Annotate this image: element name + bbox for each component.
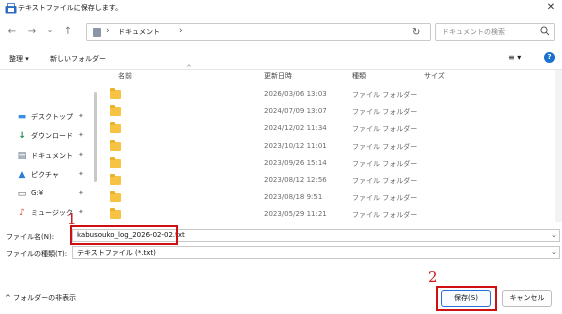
folder-icon — [110, 157, 121, 168]
folder-icon — [110, 208, 121, 219]
filetype-dropdown-icon[interactable]: ⌄ — [551, 248, 557, 256]
forward-arrow-icon[interactable]: → — [26, 26, 38, 38]
cancel-button[interactable]: キャンセル — [502, 290, 552, 307]
folder-row[interactable]: 2026/03/06 13:03 ファイル フォルダー — [104, 86, 450, 103]
item-type: ファイル フォルダー — [352, 194, 418, 202]
up-arrow-icon[interactable]: ↑ — [62, 26, 74, 38]
item-type: ファイル フォルダー — [352, 108, 418, 116]
filename-label: ファイル名(N): — [6, 233, 55, 241]
desktop-icon: ▬ — [17, 112, 27, 122]
pin-icon: ✦ — [78, 131, 84, 139]
sidebar-item-label: ダウンロード — [31, 132, 73, 140]
folder-row[interactable]: 2023/08/12 12:56 ファイル フォルダー — [104, 172, 450, 189]
folder-icon — [110, 88, 121, 99]
folder-row[interactable]: 2024/07/09 13:07 ファイル フォルダー — [104, 103, 450, 120]
organize-button[interactable]: 整理 ▾ — [9, 54, 29, 64]
modified-date: 2023/10/12 11:01 — [264, 142, 327, 150]
item-type: ファイル フォルダー — [352, 160, 418, 168]
filetype-value: テキストファイル (*.txt) — [77, 249, 156, 257]
folder-row[interactable]: 2023/05/29 11:21 ファイル フォルダー — [104, 206, 450, 223]
pin-icon: ✦ — [78, 151, 84, 159]
title-bar: テキストファイルに保存します。 ✕ — [0, 0, 562, 18]
recent-locations-chevron-icon[interactable]: ⌄ — [44, 24, 56, 36]
window-title: テキストファイルに保存します。 — [18, 4, 123, 12]
filename-dropdown-icon[interactable]: ⌄ — [551, 231, 557, 239]
search-input[interactable]: ドキュメントの検索 — [435, 23, 555, 41]
sidebar-item-label: ドキュメント — [31, 152, 73, 160]
breadcrumb-documents[interactable]: ドキュメント — [118, 27, 160, 37]
sidebar-item-music[interactable]: ♪ ミュージック ✦ — [0, 204, 92, 222]
app-icon — [5, 3, 17, 14]
music-icon: ♪ — [19, 208, 25, 218]
modified-date: 2024/12/02 11:34 — [264, 124, 327, 132]
sidebar-item-label: ピクチャ — [31, 171, 59, 179]
download-icon: ↓ — [18, 131, 26, 141]
pictures-icon: ▲ — [18, 170, 26, 180]
folder-icon — [110, 122, 121, 133]
folder-row[interactable]: 2024/12/02 11:34 ファイル フォルダー — [104, 120, 450, 137]
folder-row[interactable]: 2023/09/26 15:14 ファイル フォルダー — [104, 155, 450, 172]
item-type: ファイル フォルダー — [352, 177, 418, 185]
annotation-highlight-filename — [70, 225, 178, 245]
column-header-name[interactable]: 名前 — [118, 71, 132, 85]
item-type: ファイル フォルダー — [352, 143, 418, 151]
item-type: ファイル フォルダー — [352, 91, 418, 99]
modified-date: 2023/05/29 11:21 — [264, 210, 327, 218]
hide-folders-toggle[interactable]: ^ フォルダーの非表示 — [5, 293, 76, 303]
folder-row[interactable]: 2023/08/18 9:51 ファイル フォルダー — [104, 189, 450, 206]
folder-row[interactable]: 2023/10/12 11:01 ファイル フォルダー — [104, 138, 450, 155]
folder-location-icon — [93, 28, 101, 37]
column-header-size[interactable]: サイズ — [424, 71, 445, 85]
drive-icon: ▭ — [17, 189, 27, 199]
filetype-label: ファイルの種類(T): — [6, 250, 68, 258]
modified-date: 2023/09/26 15:14 — [264, 159, 327, 167]
sidebar-item-label: デスクトップ — [31, 113, 73, 121]
search-placeholder: ドキュメントの検索 — [442, 28, 505, 36]
sidebar-item-pictures[interactable]: ▲ ピクチャ ✦ — [0, 166, 92, 184]
help-icon[interactable]: ? — [544, 52, 555, 63]
back-arrow-icon[interactable]: ← — [6, 26, 18, 38]
sidebar-scrollbar[interactable] — [93, 70, 99, 222]
folder-icon — [110, 174, 121, 185]
refresh-icon[interactable]: ↻ — [412, 27, 420, 38]
modified-date: 2023/08/12 12:56 — [264, 176, 327, 184]
annotation-highlight-save — [436, 286, 497, 311]
pin-icon: ✦ — [78, 170, 84, 178]
folder-icon — [110, 191, 121, 202]
close-icon[interactable]: ✕ — [544, 1, 558, 15]
search-icon — [540, 26, 550, 36]
navigation-pane: ▬ デスクトップ ✦ ↓ ダウンロード ✦ ▤ ドキュメント ✦ ▲ ピクチャ … — [0, 70, 92, 222]
pin-icon: ✦ — [78, 112, 84, 120]
document-icon: ▤ — [17, 151, 27, 161]
item-type: ファイル フォルダー — [352, 125, 418, 133]
annotation-marker-2: 2 — [428, 268, 438, 286]
sidebar-item-desktop[interactable]: ▬ デスクトップ ✦ — [0, 108, 92, 126]
command-toolbar: 整理 ▾ 新しいフォルダー ≡ ▾ — [0, 46, 562, 70]
column-header-type[interactable]: 種類 — [352, 71, 366, 85]
sidebar-item-documents[interactable]: ▤ ドキュメント ✦ — [0, 147, 92, 165]
pin-icon: ✦ — [78, 189, 84, 197]
folder-icon — [110, 140, 121, 151]
column-header-modified[interactable]: 更新日時 — [264, 71, 292, 85]
filetype-select[interactable]: テキストファイル (*.txt) ⌄ — [72, 246, 560, 259]
file-list-scrollbar[interactable] — [555, 70, 562, 222]
modified-date: 2023/08/18 9:51 — [264, 193, 323, 201]
pin-icon: ✦ — [78, 208, 84, 216]
sidebar-item-downloads[interactable]: ↓ ダウンロード ✦ — [0, 127, 92, 145]
view-options-icon[interactable]: ≡ ▾ — [508, 53, 521, 62]
sidebar-item-drive-g[interactable]: ▭ G:¥ ✦ — [0, 185, 92, 203]
address-bar[interactable]: › ドキュメント › ⌄ — [86, 23, 481, 41]
sidebar-item-label: G:¥ — [31, 189, 44, 197]
new-folder-button[interactable]: 新しいフォルダー — [50, 54, 106, 64]
item-type: ファイル フォルダー — [352, 211, 418, 219]
modified-date: 2024/07/09 13:07 — [264, 107, 327, 115]
folder-icon — [110, 105, 121, 116]
modified-date: 2026/03/06 13:03 — [264, 90, 327, 98]
sort-ascending-icon: ^ — [186, 64, 192, 72]
chevron-right-icon: › — [106, 26, 110, 36]
chevron-right-icon[interactable]: › — [179, 26, 183, 36]
